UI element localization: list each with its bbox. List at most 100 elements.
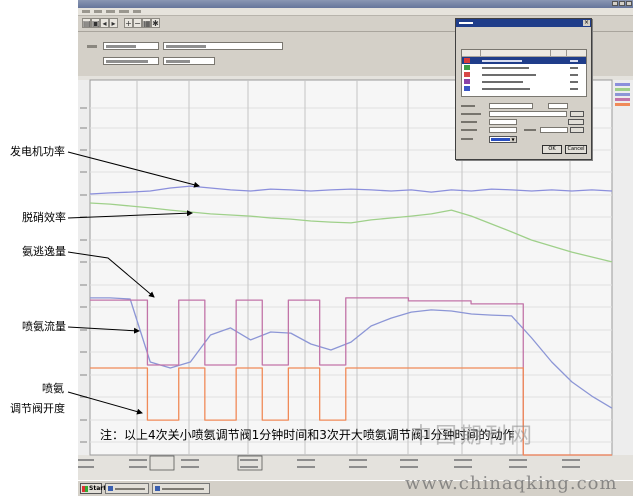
legend-color-tag — [615, 103, 630, 106]
y-tick-mark — [80, 216, 87, 218]
legend-color-tag — [615, 93, 630, 96]
annotation-generator-power: 发电机功率 — [10, 145, 65, 158]
tag-color-swatch — [464, 65, 470, 70]
open-icon[interactable]: ▤ — [82, 18, 91, 28]
watermark-site-name: 中国期刊网 — [410, 424, 536, 449]
chevron-down-icon[interactable]: ▼ — [510, 137, 516, 142]
y-axis-strip-right — [612, 80, 633, 455]
tag-id-field[interactable] — [103, 42, 159, 50]
back-icon[interactable]: ◂ — [100, 18, 109, 28]
menu-item-view[interactable] — [106, 10, 115, 13]
tag-list-row[interactable] — [462, 64, 586, 71]
browse-button[interactable] — [570, 111, 584, 117]
low-limit-field[interactable] — [489, 119, 517, 125]
annotation-valve-opening-line2: 调节阀开度 — [10, 402, 65, 415]
tag-color-swatch — [464, 72, 470, 77]
x-tick-mark — [181, 459, 199, 461]
y-tick-mark — [80, 284, 87, 286]
tag-list-row[interactable] — [462, 85, 586, 92]
x-tick-mark — [400, 459, 418, 461]
settings-icon[interactable]: ✱ — [151, 18, 160, 28]
taskbar-item-label — [162, 488, 204, 490]
close-icon[interactable]: × — [583, 20, 590, 26]
tag-list-row[interactable] — [462, 71, 586, 78]
tag-list-header — [462, 50, 586, 57]
print-icon[interactable]: ▦ — [142, 18, 151, 28]
dialog-title-bar[interactable]: × — [456, 19, 591, 27]
tag-value-text — [570, 67, 578, 69]
tag-label — [87, 45, 97, 48]
color-swatch — [491, 138, 510, 141]
timestamp-field[interactable] — [103, 57, 159, 65]
y-tick-mark — [80, 306, 87, 308]
field-value — [106, 45, 136, 48]
description-label — [461, 113, 481, 115]
tag-value-text — [570, 81, 578, 83]
tag-value-text — [570, 60, 578, 62]
legend-color-tag — [615, 83, 630, 86]
field-value — [106, 60, 148, 63]
eng-unit-field[interactable] — [548, 103, 568, 109]
maximize-icon[interactable] — [619, 1, 625, 6]
tag-description-text — [482, 60, 522, 62]
x-tick-mark — [454, 466, 472, 468]
tag-description-text — [482, 74, 536, 76]
annotation-denitration-efficiency: 脱硝效率 — [22, 211, 66, 224]
tag-color-swatch — [464, 79, 470, 84]
y-tick-mark — [80, 441, 87, 443]
name-field[interactable] — [489, 103, 533, 109]
high-limit-label — [461, 129, 477, 131]
window-title-bar[interactable] — [78, 0, 633, 8]
tag-list-row[interactable] — [462, 57, 586, 64]
menu-item-edit[interactable] — [94, 10, 102, 13]
y-tick-mark — [80, 261, 87, 263]
column-divider[interactable] — [566, 50, 567, 56]
taskbar-item-explorer[interactable] — [105, 483, 149, 494]
zoom-out-icon[interactable]: − — [133, 18, 142, 28]
cancel-button[interactable]: Cancel — [565, 145, 587, 154]
annotation-ammonia-slip: 氨逃逸量 — [22, 245, 66, 258]
name-label — [461, 105, 475, 107]
value-field[interactable] — [163, 57, 215, 65]
forward-icon[interactable]: ▸ — [109, 18, 118, 28]
annotation-valve-opening-line1: 喷氨 — [42, 382, 64, 395]
close-icon[interactable] — [626, 1, 632, 6]
column-divider[interactable] — [480, 50, 481, 56]
description-field[interactable] — [489, 111, 567, 117]
menu-item-file[interactable] — [82, 10, 90, 13]
change-button[interactable] — [568, 119, 584, 125]
menu-bar — [78, 8, 633, 16]
tag-list[interactable] — [461, 49, 587, 97]
x-tick-mark — [562, 466, 580, 468]
tag-description-field[interactable] — [163, 42, 283, 50]
ok-button[interactable]: OK — [542, 145, 562, 154]
minimize-icon[interactable] — [612, 1, 618, 6]
y-tick-mark — [80, 127, 87, 129]
trend-app-icon — [155, 486, 160, 491]
taskbar-item-trend-viewer[interactable] — [152, 483, 210, 494]
color-select[interactable]: ▼ — [489, 136, 517, 143]
menu-item-help[interactable] — [133, 10, 141, 13]
y-tick-mark — [80, 107, 87, 109]
save-icon[interactable]: ▣ — [91, 18, 100, 28]
legend-color-tag — [615, 98, 630, 101]
menu-item-tools[interactable] — [119, 10, 129, 13]
tag-list-row[interactable] — [462, 78, 586, 85]
high-limit-field[interactable] — [489, 127, 517, 133]
radix-field[interactable] — [540, 127, 568, 133]
edit-button[interactable] — [570, 127, 584, 133]
zoom-in-icon[interactable]: + — [124, 18, 133, 28]
start-button[interactable]: Start — [80, 483, 106, 494]
x-tick-mark — [562, 459, 580, 461]
tag-color-swatch — [464, 86, 470, 91]
radix-label — [524, 129, 536, 131]
tag-description-text — [482, 81, 523, 83]
color-label — [461, 138, 473, 140]
annotation-ammonia-flow: 喷氨流量 — [22, 320, 66, 333]
y-tick-mark — [80, 351, 87, 353]
x-tick-mark — [297, 459, 315, 461]
column-divider[interactable] — [550, 50, 551, 56]
y-tick-mark — [80, 194, 87, 196]
tag-value-text — [570, 74, 578, 76]
tag-description-text — [482, 88, 530, 90]
